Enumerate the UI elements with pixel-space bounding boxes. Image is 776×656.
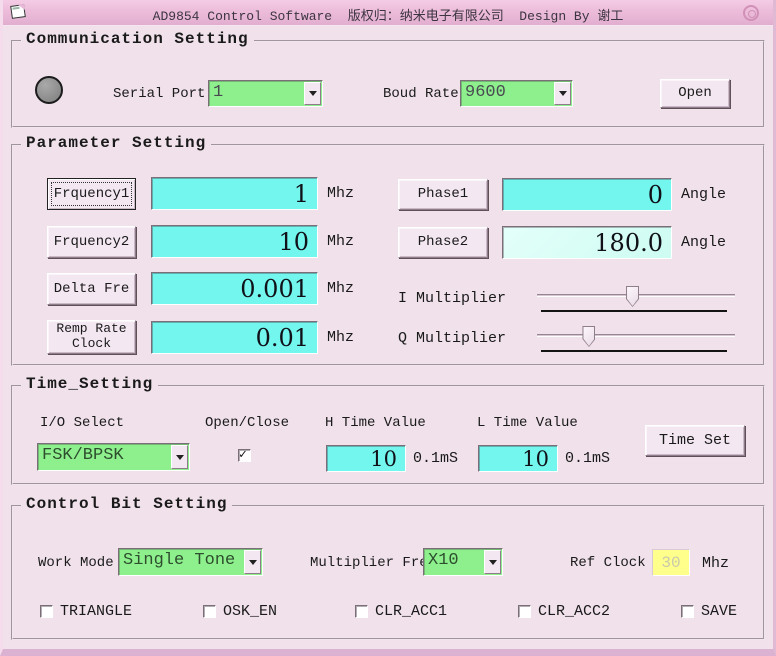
i-multiplier-slider[interactable] <box>537 286 735 312</box>
clr-acc1-checkbox[interactable] <box>355 605 368 618</box>
time-set-button[interactable]: Time Set <box>645 425 745 456</box>
h-time-field[interactable]: 10 <box>326 445 406 472</box>
clr-acc2-checkbox-label: CLR_ACC2 <box>538 603 611 620</box>
phase1-unit: Angle <box>681 186 727 203</box>
i-multiplier-thumb[interactable] <box>626 286 640 307</box>
title-bar: AD9854 Control Software 版权归：纳米电子有限公司 Des… <box>3 0 773 26</box>
chevron-down-icon <box>308 91 317 96</box>
ref-clock-field: 30 <box>652 549 690 576</box>
baud-rate-dropdown-button[interactable] <box>554 82 571 105</box>
delta-fre-field[interactable]: 0.001 <box>151 272 318 305</box>
i-multiplier-label: I Multiplier <box>398 290 507 307</box>
parameter-setting-heading: Parameter Setting <box>21 134 212 152</box>
frequency2-button[interactable]: Frquency2 <box>47 226 136 258</box>
control-bit-setting-group: Control Bit Setting Work Mode Single Ton… <box>11 495 765 640</box>
clr-acc2-checkbox-item[interactable]: CLR_ACC2 <box>518 603 610 620</box>
q-multiplier-thumb[interactable] <box>582 326 596 347</box>
work-mode-label: Work Mode <box>38 555 114 571</box>
io-select-dropdown-button[interactable] <box>171 445 188 469</box>
q-multiplier-label: Q Multiplier <box>398 330 507 347</box>
l-time-field[interactable]: 10 <box>478 445 558 472</box>
control-bit-setting-heading: Control Bit Setting <box>21 495 233 513</box>
triangle-checkbox-label: TRIANGLE <box>60 603 133 620</box>
window-title: AD9854 Control Software 版权归：纳米电子有限公司 Des… <box>152 9 624 24</box>
serial-status-led <box>35 76 63 104</box>
osk-en-checkbox-item[interactable]: OSK_EN <box>203 603 277 620</box>
open-close-checkbox[interactable] <box>238 447 251 462</box>
serial-port-label: Serial Port <box>113 86 206 102</box>
baud-rate-combo[interactable]: 9600 <box>460 80 573 107</box>
open-button[interactable]: Open <box>660 79 730 108</box>
ref-clock-label: Ref Clock <box>570 555 646 571</box>
h-time-value-label: H Time Value <box>325 415 426 431</box>
io-select-combo[interactable]: FSK/BPSK <box>37 443 190 471</box>
q-multiplier-track <box>537 334 735 337</box>
delta-fre-button[interactable]: Delta Fre <box>47 273 136 305</box>
phase2-unit: Angle <box>681 234 727 251</box>
serial-port-value: 1 <box>213 83 224 102</box>
multiplier-fre-combo[interactable]: X10 <box>423 548 503 576</box>
clr-acc2-checkbox[interactable] <box>518 605 531 618</box>
frequency1-unit: Mhz <box>327 185 355 202</box>
phase1-field[interactable]: 0 <box>502 178 672 211</box>
phase1-button[interactable]: Phase1 <box>398 179 488 210</box>
frequency2-field[interactable]: 10 <box>151 225 318 258</box>
serial-port-combo[interactable]: 1 <box>208 80 323 107</box>
chevron-down-icon <box>488 559 497 565</box>
l-time-unit: 0.1mS <box>565 450 611 467</box>
save-checkbox-item[interactable]: SAVE <box>681 603 737 620</box>
q-multiplier-underline <box>541 350 727 352</box>
phase2-button[interactable]: Phase2 <box>398 227 488 258</box>
frequency1-field[interactable]: 1 <box>151 177 318 210</box>
i-multiplier-underline <box>541 310 727 312</box>
time-setting-heading: Time_Setting <box>21 375 159 393</box>
frequency1-button[interactable]: Frquency1 <box>47 178 136 210</box>
work-mode-dropdown-button[interactable] <box>244 550 261 574</box>
work-mode-combo[interactable]: Single Tone <box>118 548 263 576</box>
baud-rate-label: Boud Rate <box>383 86 459 102</box>
communication-setting-group: Communication Setting Serial Port 1 Boud… <box>11 30 765 128</box>
app-window: AD9854 Control Software 版权归：纳米电子有限公司 Des… <box>0 0 776 656</box>
io-select-value: FSK/BPSK <box>42 446 124 465</box>
time-setting-group: Time_Setting I/O Select Open/Close H Tim… <box>11 375 765 485</box>
serial-port-dropdown-button[interactable] <box>304 82 321 105</box>
chevron-down-icon <box>558 91 567 96</box>
triangle-checkbox[interactable] <box>40 605 53 618</box>
osk-en-checkbox[interactable] <box>203 605 216 618</box>
frequency2-unit: Mhz <box>327 233 355 250</box>
open-close-label: Open/Close <box>205 415 290 431</box>
multiplier-fre-label: Multiplier Fre <box>310 555 428 571</box>
q-multiplier-slider[interactable] <box>537 326 735 352</box>
h-time-unit: 0.1mS <box>413 450 459 467</box>
communication-setting-heading: Communication Setting <box>21 30 254 48</box>
ramp-rate-clock-unit: Mhz <box>327 329 355 346</box>
osk-en-checkbox-label: OSK_EN <box>223 603 278 620</box>
ref-clock-unit: Mhz <box>702 555 730 572</box>
window-circle-button[interactable] <box>743 5 759 21</box>
parameter-setting-group: Parameter Setting Frquency1 1 Mhz Frquen… <box>11 134 765 366</box>
multiplier-fre-value: X10 <box>428 551 459 570</box>
l-time-value-label: L Time Value <box>477 415 578 431</box>
phase2-field[interactable]: 180.0 <box>502 226 672 259</box>
ramp-rate-clock-button[interactable]: Remp Rate Clock <box>47 320 136 354</box>
triangle-checkbox-item[interactable]: TRIANGLE <box>40 603 132 620</box>
save-checkbox-label: SAVE <box>701 603 738 620</box>
multiplier-fre-dropdown-button[interactable] <box>484 550 501 574</box>
clr-acc1-checkbox-item[interactable]: CLR_ACC1 <box>355 603 447 620</box>
ramp-rate-clock-field[interactable]: 0.01 <box>151 321 318 354</box>
io-select-label: I/O Select <box>40 415 125 431</box>
save-checkbox[interactable] <box>681 605 694 618</box>
baud-rate-value: 9600 <box>465 83 506 102</box>
delta-fre-unit: Mhz <box>327 280 355 297</box>
chevron-down-icon <box>175 454 184 460</box>
chevron-down-icon <box>248 559 257 565</box>
clr-acc1-checkbox-label: CLR_ACC1 <box>375 603 448 620</box>
work-mode-value: Single Tone <box>123 551 236 570</box>
